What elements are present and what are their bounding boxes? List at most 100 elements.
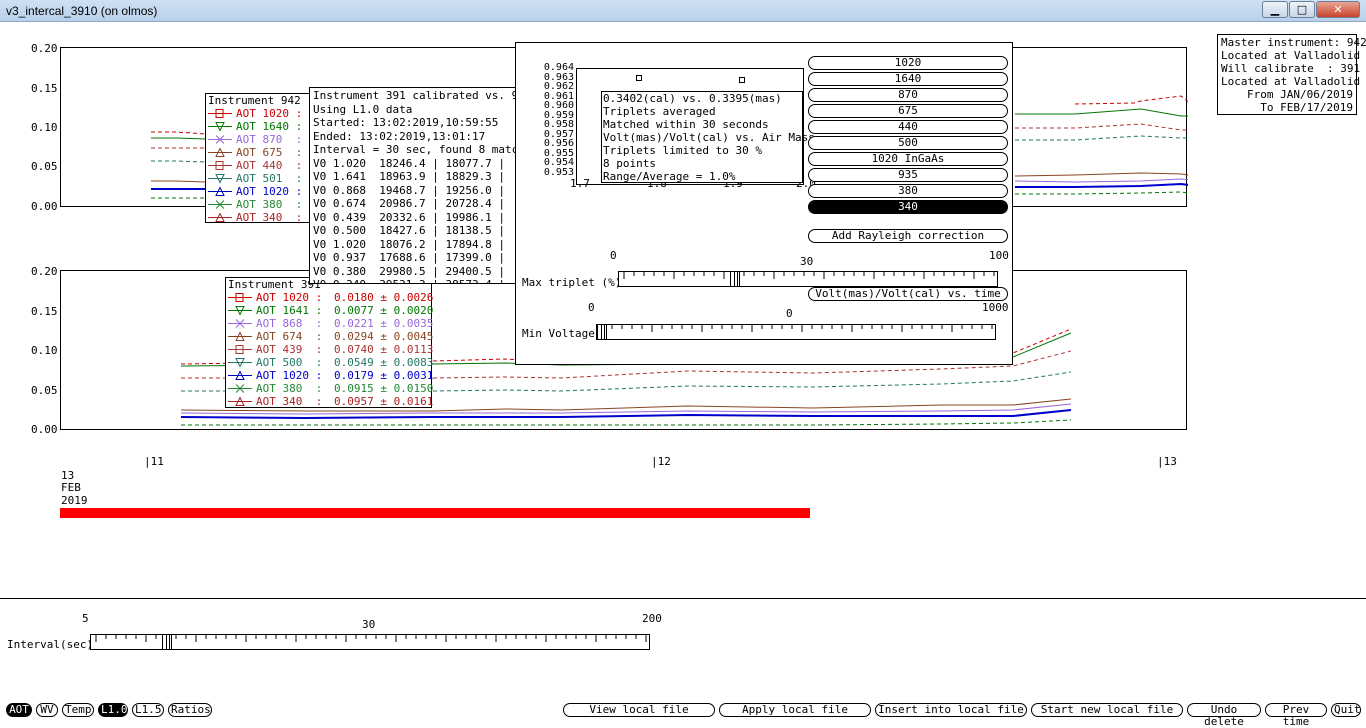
legend-symbol-icon: [228, 370, 252, 380]
legend-label: AOT 675 :: [236, 146, 303, 159]
wavelength-button[interactable]: 1020: [808, 56, 1008, 70]
legend-value: 0.0957 ± 0.0161: [334, 395, 434, 408]
add-rayleigh-button[interactable]: Add Rayleigh correction: [808, 229, 1008, 243]
legend-value: 0.0915 ± 0.0150: [334, 382, 434, 395]
interval-min: 5: [82, 612, 89, 625]
legend-symbol-icon: [228, 293, 252, 302]
legend-symbol-icon: [208, 135, 232, 144]
y-tick-label: 0.05: [31, 384, 58, 397]
legend-item: AOT 500 : 0.0549 ± 0.0083: [226, 356, 433, 369]
top-legend[interactable]: Instrument 942 AOT 1020 : AOT 1640 : AOT 8…: [205, 93, 311, 224]
legend-symbol-icon: [208, 147, 232, 157]
master-line: To FEB/17/2019: [1260, 101, 1353, 114]
legend-label: AOT 440 :: [236, 159, 303, 172]
min-voltage-thumb[interactable]: [597, 324, 607, 340]
master-line: Master instrument: 942: [1221, 36, 1366, 49]
legend-symbol-icon: [228, 358, 252, 368]
mini-info-line: Matched within 30 seconds: [603, 118, 769, 131]
legend-label: AOT 380 :: [236, 198, 303, 211]
calibration-info-line: Ended: 13:02:2019,13:01:17: [313, 129, 486, 143]
min-voltage-slider[interactable]: [596, 324, 996, 340]
mini-x-tick: 1.7: [570, 177, 590, 190]
selected-time-range-bar[interactable]: [60, 508, 810, 518]
legend-item: AOT 380 : 0.0915 ± 0.0150: [226, 382, 434, 395]
max-triplet-thumb[interactable]: [730, 271, 740, 287]
minimize-button[interactable]: ▁: [1262, 1, 1288, 18]
mini-info-line: Triplets averaged: [603, 105, 716, 118]
legend-label: AOT 380 :: [256, 382, 323, 395]
toolbar-button-start-new-local-file[interactable]: Start new local file: [1031, 703, 1183, 717]
date-year: 2019: [61, 494, 88, 507]
legend-item: AOT 1020 : 0.0180 ± 0.0026: [226, 291, 434, 304]
calibration-info-line: V0 0.340 39531.3 | 38573.4 | 2.5: [313, 278, 512, 283]
wavelength-button[interactable]: 440: [808, 120, 1008, 134]
legend-symbol-icon: [208, 200, 232, 209]
toolbar-button-insert-into-local-file[interactable]: Insert into local file: [875, 703, 1027, 717]
legend-symbol-icon: [228, 331, 252, 341]
toolbar-button-apply-local-file[interactable]: Apply local file: [719, 703, 871, 717]
maximize-button[interactable]: □: [1289, 1, 1315, 18]
legend-label: AOT 1020 :: [236, 107, 303, 120]
wavelength-button[interactable]: 1640: [808, 72, 1008, 86]
master-line: From JAN/06/2019: [1247, 88, 1353, 101]
time-tick-12: |12: [651, 455, 671, 468]
legend-item: AOT 1020 :: [206, 107, 310, 120]
legend-symbol-icon: [208, 109, 232, 118]
wavelength-button[interactable]: 500: [808, 136, 1008, 150]
legend-symbol-icon: [228, 384, 252, 393]
slider-ticks: [95, 635, 647, 642]
volt-vs-time-button[interactable]: Volt(mas)/Volt(cal) vs. time: [808, 287, 1008, 301]
legend-title: Instrument 942: [208, 94, 301, 107]
title-bar: v3_intercal_3910 (on olmos) ▁ □ ✕: [0, 0, 1366, 22]
min-voltage-max: 1000: [982, 301, 1009, 314]
max-triplet-slider[interactable]: [618, 271, 998, 287]
mini-plot-point: [636, 75, 642, 81]
max-triplet-max: 100: [989, 249, 1009, 262]
toolbar-button-wv[interactable]: WV: [36, 703, 58, 717]
toolbar-button-ratios[interactable]: Ratios: [168, 703, 212, 717]
legend-label: AOT 1020 :: [236, 185, 303, 198]
legend-item: AOT 1641 : 0.0077 ± 0.0020: [226, 304, 433, 317]
toolbar-button-temp[interactable]: Temp: [62, 703, 94, 717]
legend-label: AOT 340 :: [236, 211, 303, 224]
legend-value: 0.0221 ± 0.0035: [334, 317, 434, 330]
wavelength-button[interactable]: 935: [808, 168, 1008, 182]
legend-label: AOT 340 :: [256, 395, 323, 408]
wavelength-button[interactable]: 1020 InGaAs: [808, 152, 1008, 166]
mini-y-axis: 0.964 0.963 0.962 0.961 0.960 0.959 0.958 0.957…: [538, 63, 574, 177]
max-triplet-label: Max triplet (%): [522, 276, 622, 289]
slider-ticks: [623, 272, 995, 279]
legend-item: AOT 1640 :: [206, 120, 310, 133]
master-line: Will calibrate : 391: [1221, 62, 1361, 75]
toolbar-button-view-local-file[interactable]: View local file: [563, 703, 715, 717]
wavelength-button[interactable]: 870: [808, 88, 1008, 102]
legend-rows: AOT 1020 : AOT 1640 : AOT 870 : AOT 675 : AO…: [206, 107, 310, 224]
interval-slider[interactable]: [90, 634, 650, 650]
wavelength-button[interactable]: 380: [808, 184, 1008, 198]
legend-symbol-icon: [208, 186, 232, 196]
mini-plot-info: 0.3402(cal) vs. 0.3395(mas) Triplets aver…: [601, 91, 815, 183]
y-tick-label: 0.00: [31, 423, 58, 436]
toolbar-button-undo-delete[interactable]: Undo delete: [1187, 703, 1261, 728]
legend-item: AOT 501 :: [206, 172, 310, 185]
mini-info-line: 8 points: [603, 157, 656, 170]
min-voltage-min: 0: [588, 301, 595, 314]
wavelength-button[interactable]: 340: [808, 200, 1008, 214]
close-button[interactable]: ✕: [1316, 1, 1360, 18]
time-tick-11: |11: [144, 455, 164, 468]
interval-thumb[interactable]: [161, 634, 172, 650]
mini-info-line: 0.3402(cal) vs. 0.3395(mas): [603, 92, 782, 105]
wavelength-button[interactable]: 675: [808, 104, 1008, 118]
toolbar-button-l1-5[interactable]: L1.5: [132, 703, 164, 717]
toolbar-button-l1-0[interactable]: L1.0: [98, 703, 128, 717]
mini-plot-point: [739, 77, 745, 83]
y-tick-label: 0.10: [31, 121, 58, 134]
toolbar-button-aot[interactable]: AOT: [6, 703, 32, 717]
calibration-info-line: Started: 13:02:2019,10:59:55: [313, 116, 499, 129]
bottom-legend[interactable]: Instrument 391 AOT 1020 :0.0180 ± 0.0026…: [225, 277, 434, 408]
master-line: Located at Valladolid: [1221, 75, 1361, 88]
y-tick-label: 0.15: [31, 305, 58, 318]
toolbar-button-quit[interactable]: Quit: [1331, 703, 1361, 717]
toolbar-button-prev-time[interactable]: Prev time: [1265, 703, 1327, 728]
legend-value: 0.0180 ± 0.0026: [334, 291, 434, 304]
